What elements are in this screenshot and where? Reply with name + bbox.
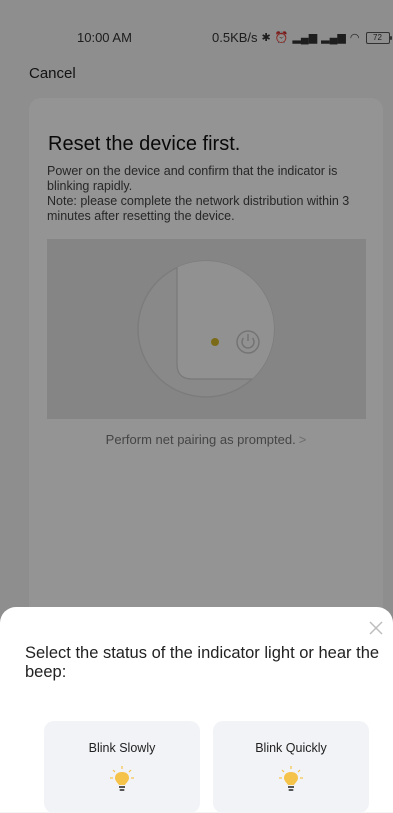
sheet-prompt: Select the status of the indicator light… <box>25 644 380 681</box>
blink-slowly-label: Blink Slowly <box>88 741 156 755</box>
blink-quickly-option[interactable]: Blink Quickly <box>213 721 369 813</box>
close-icon <box>369 621 383 635</box>
indicator-status-sheet: Select the status of the indicator light… <box>0 607 393 813</box>
lightbulb-icon <box>279 766 303 791</box>
close-button[interactable] <box>367 619 385 637</box>
blink-quickly-label: Blink Quickly <box>255 741 327 755</box>
lightbulb-icon <box>110 766 134 791</box>
blink-slowly-option[interactable]: Blink Slowly <box>44 721 200 813</box>
